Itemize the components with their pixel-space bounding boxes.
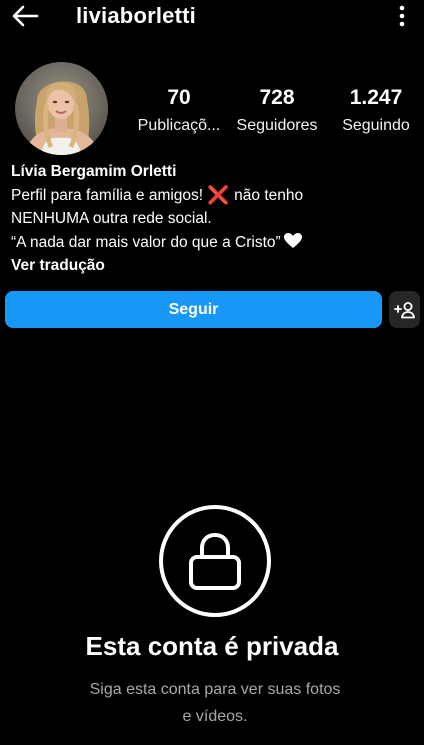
- arrow-left-icon: [12, 5, 39, 27]
- follow-button[interactable]: Seguir: [5, 291, 382, 328]
- private-account-badge: [159, 505, 271, 617]
- following-count[interactable]: 1.247 Seguindo: [334, 86, 418, 136]
- bio-line-1-rest: não tenho: [229, 186, 304, 204]
- more-vertical-icon: [399, 5, 405, 27]
- private-subtitle-line-2: e vídeos.: [182, 708, 248, 725]
- profile-full-name: Lívia Bergamim Orletti: [11, 163, 177, 180]
- see-translation-link[interactable]: Ver tradução: [11, 254, 411, 278]
- avatar[interactable]: [15, 62, 108, 155]
- suggested-accounts-button[interactable]: [389, 291, 420, 328]
- lock-icon: [189, 532, 241, 590]
- top-bar: liviaborletti: [0, 0, 424, 34]
- more-options-button[interactable]: [388, 2, 416, 30]
- private-account-subtitle: Siga esta conta para ver suas fotos e ví…: [60, 676, 370, 730]
- white-heart-icon: [283, 232, 302, 248]
- private-subtitle-line-1: Siga esta conta para ver suas fotos: [89, 681, 341, 698]
- posts-count[interactable]: 70 Publicaçõ...: [132, 86, 226, 136]
- following-count-label: Seguindo: [342, 117, 410, 134]
- add-person-icon: [393, 301, 415, 318]
- bio-line-2: NENHUMA outra rede social.: [11, 210, 212, 227]
- bio-line-3-text: “A nada dar mais valor do que a Cristo”: [11, 233, 281, 251]
- followers-count[interactable]: 728 Seguidores: [230, 86, 324, 136]
- followers-count-label: Seguidores: [236, 117, 318, 134]
- bio-line-1: Perfil para família e amigos! ❌ não tenh…: [11, 184, 411, 208]
- profile-bio: Lívia Bergamim Orletti Perfil para famíl…: [11, 160, 411, 278]
- followers-count-value: 728: [259, 86, 295, 109]
- profile-username: liviaborletti: [76, 3, 196, 28]
- posts-count-label: Publicaçõ...: [137, 117, 221, 134]
- bio-line-3: “A nada dar mais valor do que a Cristo”: [11, 231, 411, 255]
- bio-line-1-text: Perfil para família e amigos!: [11, 186, 208, 204]
- red-x-emoji: ❌: [207, 184, 230, 205]
- following-count-value: 1.247: [349, 86, 403, 109]
- back-button[interactable]: [8, 2, 42, 30]
- private-account-title: Esta conta é privada: [85, 631, 339, 661]
- posts-count-value: 70: [167, 86, 191, 109]
